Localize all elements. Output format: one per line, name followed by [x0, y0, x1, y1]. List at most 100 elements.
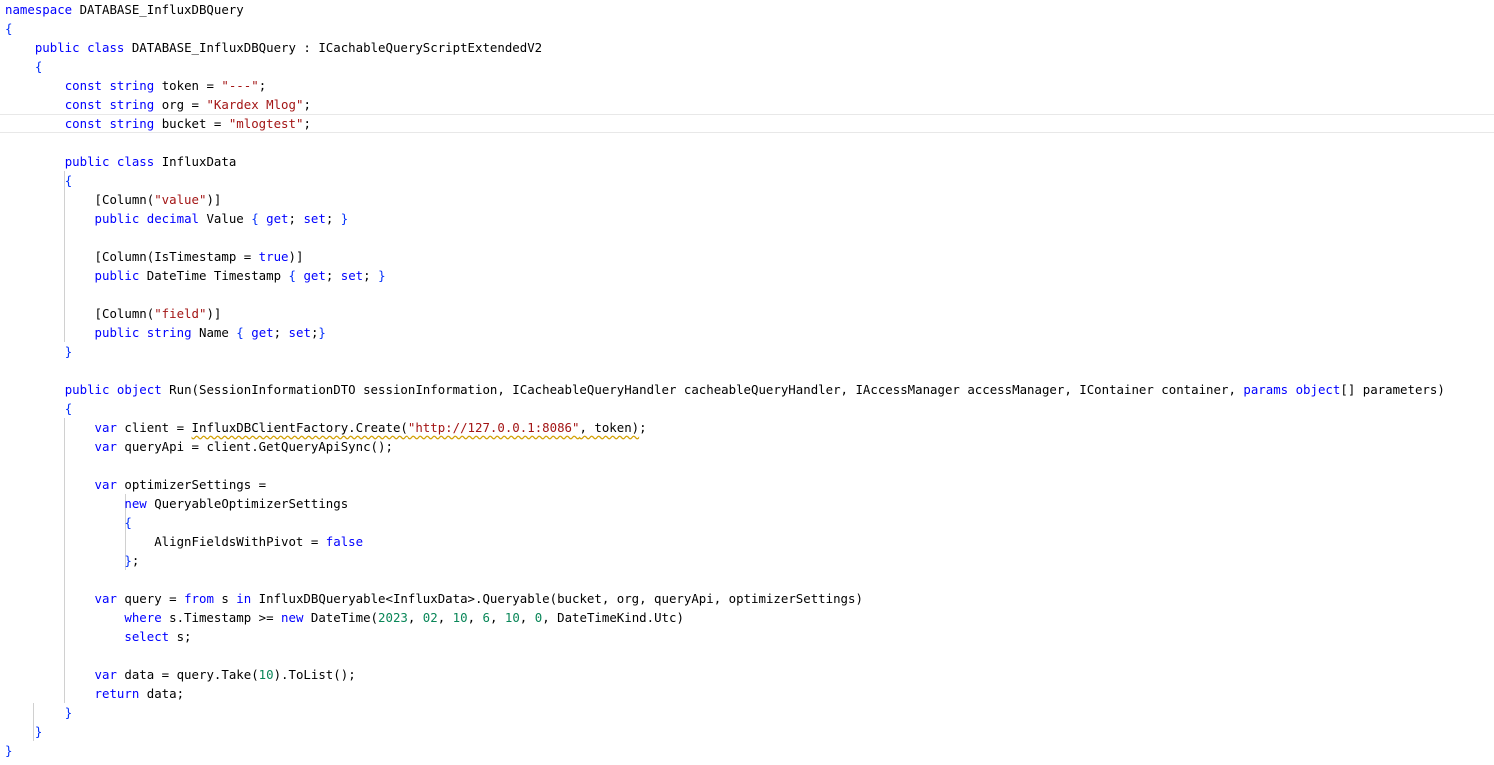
code-line[interactable]: var data = query.Take(10).ToList(); — [0, 665, 1494, 684]
code-token: { — [236, 325, 244, 340]
code-line[interactable]: { — [0, 399, 1494, 418]
code-line[interactable]: public object Run(SessionInformationDTO … — [0, 380, 1494, 399]
code-line[interactable]: return data; — [0, 684, 1494, 703]
code-line[interactable]: public DateTime Timestamp { get; set; } — [0, 266, 1494, 285]
code-token: ).ToList(); — [273, 667, 356, 682]
code-token: set — [288, 325, 311, 340]
code-line[interactable]: const string token = "---"; — [0, 76, 1494, 95]
code-line[interactable]: } — [0, 741, 1494, 760]
code-line[interactable] — [0, 570, 1494, 589]
code-line[interactable]: var client = InfluxDBClientFactory.Creat… — [0, 418, 1494, 437]
code-token: var — [94, 591, 117, 606]
code-line[interactable]: } — [0, 342, 1494, 361]
code-line[interactable]: var query = from s in InfluxDBQueryable<… — [0, 589, 1494, 608]
code-token: { — [64, 173, 73, 188]
code-token: , DateTimeKind.Utc) — [542, 610, 684, 625]
code-line[interactable]: namespace DATABASE_InfluxDBQuery — [0, 0, 1494, 19]
code-token: } — [378, 268, 386, 283]
code-token: ; — [131, 553, 140, 568]
code-line[interactable]: { — [0, 57, 1494, 76]
code-token: ; — [639, 420, 647, 435]
code-token: { — [124, 515, 132, 530]
code-token: const — [64, 97, 102, 112]
code-token: set — [340, 268, 364, 283]
code-editor[interactable]: namespace DATABASE_InfluxDBQuery { public… — [0, 0, 1494, 765]
code-line[interactable]: AlignFieldsWithPivot = false — [0, 532, 1494, 551]
code-line[interactable]: public string Name { get; set;} — [0, 323, 1494, 342]
code-token: org = — [154, 97, 207, 112]
code-line[interactable]: select s; — [0, 627, 1494, 646]
code-line[interactable]: where s.Timestamp >= new DateTime(2023 , … — [0, 608, 1494, 627]
code-token: AlignFieldsWithPivot = — [5, 534, 326, 549]
code-token: , — [407, 610, 423, 625]
code-token: select — [124, 629, 170, 644]
code-token: DateTime( — [303, 610, 379, 625]
code-line[interactable] — [0, 456, 1494, 475]
code-line[interactable]: public class InfluxData — [0, 152, 1494, 171]
code-token: Column(IsTimestamp = — [102, 249, 259, 264]
code-token: [ — [94, 192, 102, 207]
code-line[interactable] — [0, 285, 1494, 304]
code-token: , token) — [579, 420, 640, 435]
code-line[interactable]: [Column("field")] — [0, 304, 1494, 323]
code-token: class — [116, 154, 155, 169]
code-token: params — [1243, 382, 1289, 397]
code-token: public — [94, 325, 140, 340]
code-token: client = — [116, 420, 192, 435]
code-line[interactable] — [0, 133, 1494, 152]
code-token: 2023 — [378, 610, 408, 625]
code-token: , — [489, 610, 505, 625]
code-token: InfluxDBQueryable<InfluxData>.Queryable(… — [251, 591, 863, 606]
code-token: get — [303, 268, 326, 283]
code-line[interactable]: var optimizerSettings = — [0, 475, 1494, 494]
code-line[interactable]: var queryApi = client.GetQueryApiSync(); — [0, 437, 1494, 456]
code-token: return — [94, 686, 140, 701]
code-token: ) — [206, 192, 214, 207]
code-line[interactable] — [0, 361, 1494, 380]
code-token: data = query.Take( — [116, 667, 259, 682]
code-line[interactable]: { — [0, 513, 1494, 532]
code-token: ; — [325, 268, 341, 283]
code-token: } — [318, 325, 326, 340]
code-line[interactable]: const string bucket = "mlogtest"; — [0, 114, 1494, 133]
code-line[interactable]: public class DATABASE_InfluxDBQuery : IC… — [0, 38, 1494, 57]
code-token: DATABASE_InfluxDBQuery : ICachableQueryS… — [124, 40, 543, 55]
code-token: } — [124, 553, 132, 568]
code-line[interactable]: { — [0, 171, 1494, 190]
code-line[interactable]: [Column(IsTimestamp = true)] — [0, 247, 1494, 266]
code-token: ; — [325, 211, 341, 226]
code-token: var — [94, 439, 117, 454]
code-token: const — [64, 116, 102, 131]
code-line[interactable]: { — [0, 19, 1494, 38]
code-line[interactable] — [0, 646, 1494, 665]
code-token: QueryableOptimizerSettings — [146, 496, 349, 511]
code-token: s; — [169, 629, 192, 644]
code-token: ; — [288, 211, 304, 226]
code-token: string — [146, 325, 192, 340]
code-token: Name — [191, 325, 237, 340]
code-line[interactable]: } — [0, 722, 1494, 741]
code-line[interactable] — [0, 228, 1494, 247]
code-token: 02 — [422, 610, 438, 625]
code-token: false — [325, 534, 364, 549]
code-line[interactable]: new QueryableOptimizerSettings — [0, 494, 1494, 513]
code-line[interactable]: } — [0, 703, 1494, 722]
code-line[interactable]: }; — [0, 551, 1494, 570]
code-line[interactable]: [Column("value")] — [0, 190, 1494, 209]
code-token: { — [251, 211, 259, 226]
code-line[interactable]: public decimal Value { get; set; } — [0, 209, 1494, 228]
code-token: Run(SessionInformationDTO sessionInforma… — [161, 382, 1244, 397]
code-line[interactable]: const string org = "Kardex Mlog"; — [0, 95, 1494, 114]
